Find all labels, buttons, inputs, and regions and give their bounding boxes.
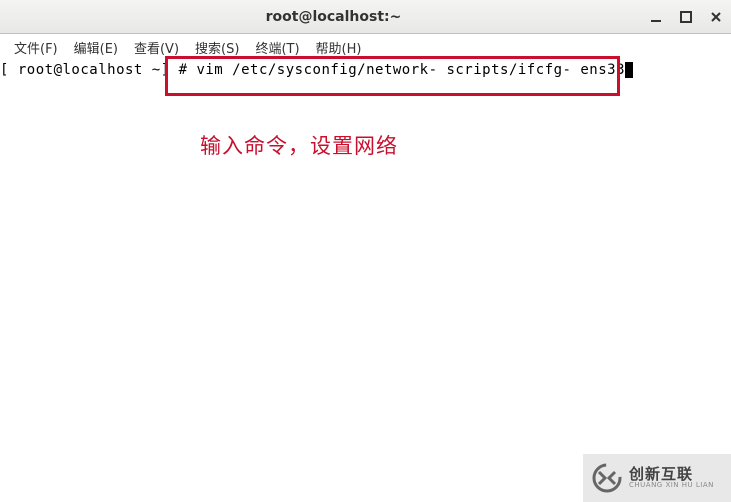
terminal-cursor — [625, 62, 633, 78]
menu-edit[interactable]: 编辑(E) — [66, 36, 126, 59]
shell-command: vim /etc/sysconfig/network- scripts/ifcf… — [196, 62, 625, 78]
window-titlebar: root@localhost:~ — [0, 0, 731, 34]
terminal-content[interactable]: [ root@localhost ~] # vim /etc/sysconfig… — [0, 60, 731, 502]
maximize-button[interactable] — [679, 10, 693, 24]
minimize-button[interactable] — [649, 10, 663, 24]
close-button[interactable] — [709, 10, 723, 24]
watermark-logo-icon — [591, 462, 623, 494]
watermark: 创新互联 CHUANG XIN HU LIAN — [583, 454, 731, 502]
watermark-text: 创新互联 CHUANG XIN HU LIAN — [629, 466, 714, 490]
maximize-icon — [680, 11, 692, 23]
window-controls — [649, 10, 731, 24]
menu-help[interactable]: 帮助(H) — [308, 36, 370, 59]
shell-prompt: [ root@localhost ~] # — [0, 62, 196, 78]
window-title: root@localhost:~ — [18, 9, 649, 25]
watermark-cn: 创新互联 — [629, 466, 714, 483]
menu-search[interactable]: 搜索(S) — [187, 36, 247, 59]
minimize-icon — [650, 11, 662, 23]
terminal-line: [ root@localhost ~] # vim /etc/sysconfig… — [0, 60, 731, 78]
close-icon — [710, 11, 722, 23]
annotation-text: 输入命令，设置网络 — [200, 130, 398, 160]
watermark-en: CHUANG XIN HU LIAN — [629, 482, 714, 490]
menu-file[interactable]: 文件(F) — [6, 36, 66, 59]
menu-terminal[interactable]: 终端(T) — [247, 36, 307, 59]
menubar: 文件(F) 编辑(E) 查看(V) 搜索(S) 终端(T) 帮助(H) — [0, 34, 731, 60]
menu-view[interactable]: 查看(V) — [126, 36, 187, 59]
titlebar-left-spacer — [0, 0, 18, 33]
